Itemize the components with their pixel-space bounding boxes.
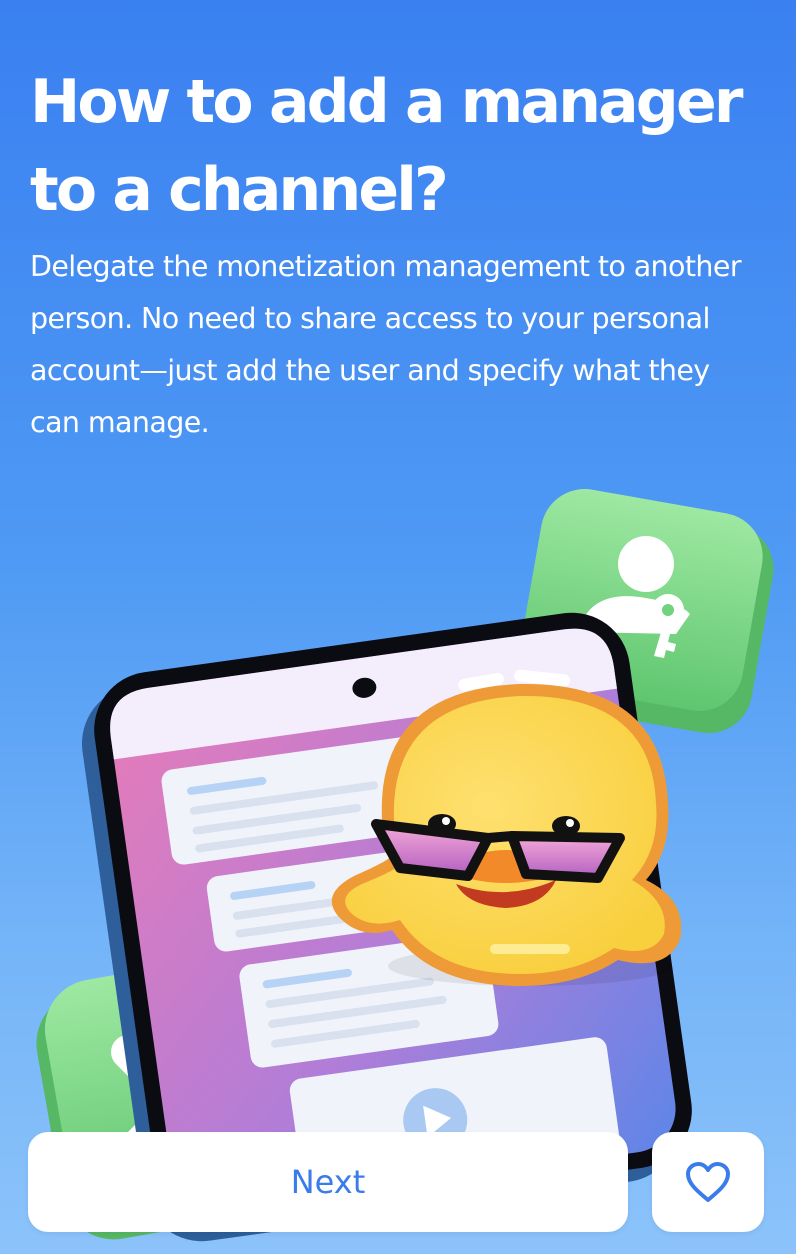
page-title: How to add a manager to a channel? [30,67,743,225]
heart-outline-icon [686,1162,730,1202]
next-button[interactable]: Next [28,1132,628,1232]
like-button[interactable] [652,1132,764,1232]
page-description: Delegate the monetization management to … [30,250,742,439]
